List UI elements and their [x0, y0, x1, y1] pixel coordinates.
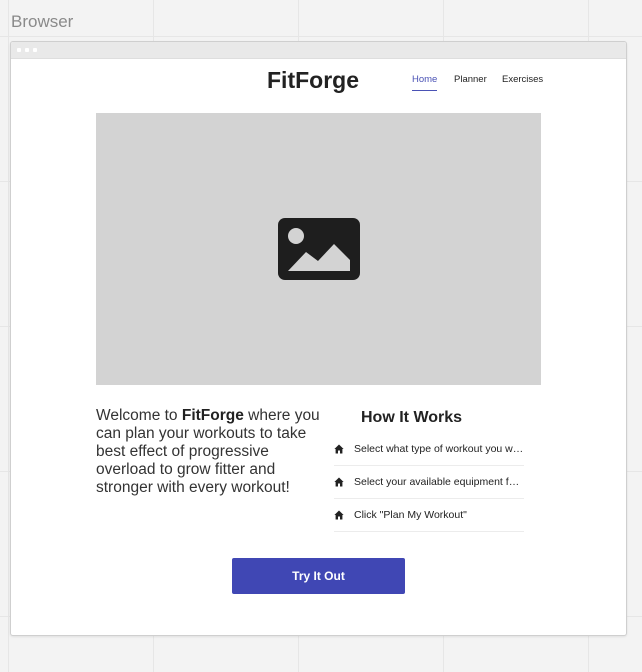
- intro-brand: FitForge: [181, 407, 244, 424]
- list-item: Click "Plan My Workout": [334, 499, 524, 532]
- home-icon: [334, 477, 344, 487]
- home-icon: [334, 444, 344, 454]
- brand-logo: FitForge: [267, 67, 359, 93]
- window-dot: [25, 48, 29, 52]
- list-item: Select what type of workout you would li…: [334, 433, 524, 466]
- home-icon: [334, 510, 344, 520]
- page-viewport: FitForge Home Planner Exercises Welcome …: [11, 59, 626, 635]
- canvas-label: Browser: [11, 12, 74, 31]
- intro-text: Welcome to FitForge where you can plan y…: [96, 407, 320, 496]
- window-titlebar: [11, 42, 626, 59]
- nav-planner[interactable]: Planner: [454, 74, 487, 90]
- browser-window: FitForge Home Planner Exercises Welcome …: [10, 41, 627, 636]
- window-dot: [17, 48, 21, 52]
- window-dot: [33, 48, 37, 52]
- hero-image: [96, 113, 541, 385]
- nav-exercises[interactable]: Exercises: [502, 74, 543, 90]
- how-it-works-title: How It Works: [361, 409, 463, 426]
- nav-home[interactable]: Home: [412, 74, 438, 91]
- step-text: Click "Plan My Workout": [354, 509, 467, 521]
- image-placeholder-icon: [277, 218, 360, 280]
- list-item: Select your available equipment for the …: [334, 466, 524, 499]
- step-text: Select what type of workout you would li…: [354, 443, 524, 455]
- step-text: Select your available equipment for the …: [354, 476, 524, 488]
- steps-list: Select what type of workout you would li…: [334, 433, 524, 532]
- try-it-out-button[interactable]: Try It Out: [232, 558, 405, 594]
